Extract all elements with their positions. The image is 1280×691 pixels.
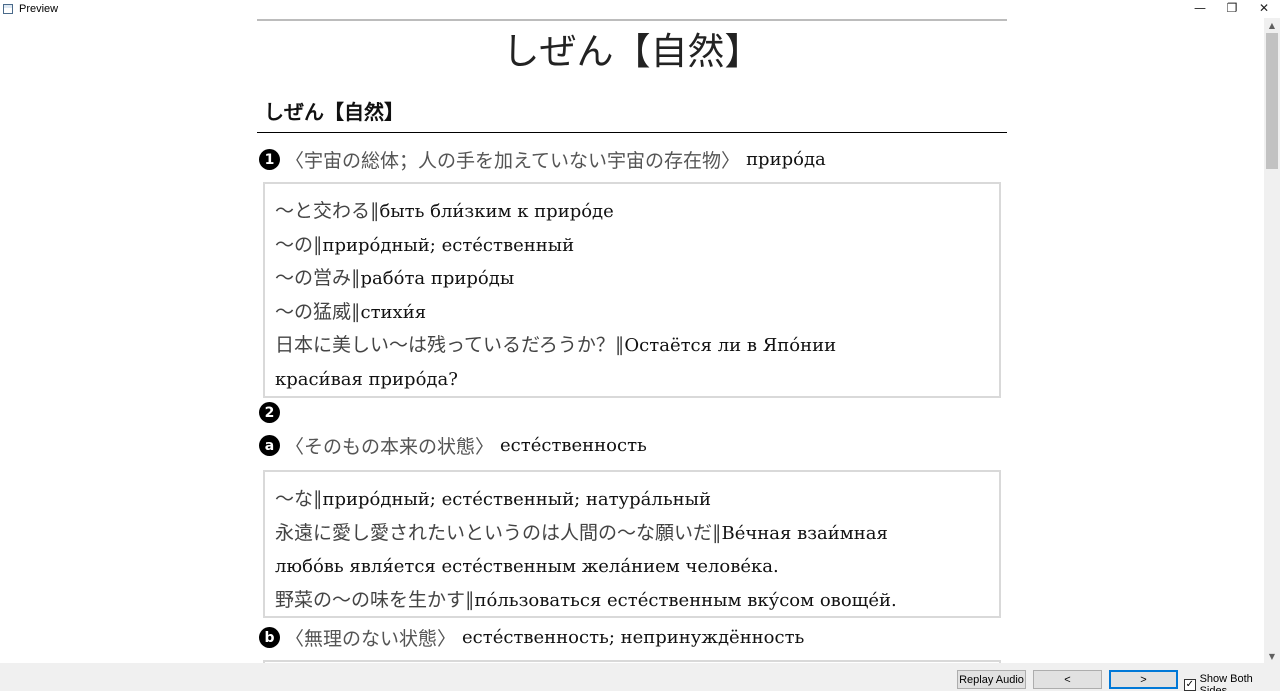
sense-gloss: 〈そのもの本来の状態〉: [285, 436, 495, 458]
previous-button[interactable]: <: [1033, 670, 1102, 689]
example-ru: рабо́та приро́ды: [360, 268, 515, 289]
example-jp: 〜の営み∥: [275, 267, 361, 289]
vertical-scrollbar[interactable]: ▲ ▼: [1264, 18, 1280, 663]
subsense-letter-badge: b: [259, 627, 280, 648]
sense-translation: есте́ственность: [500, 435, 647, 456]
example-ru: быть бли́зким к приро́де: [379, 201, 614, 222]
example-ru: приро́дный; есте́ственный; натура́льный: [322, 489, 711, 510]
subsense-letter-badge: a: [259, 435, 280, 456]
card-content-area: しぜん【自然】 しぜん【自然】 1 〈宇宙の総体；人の手を加えていない宇宙の存在…: [0, 18, 1264, 663]
replay-audio-button[interactable]: Replay Audio: [957, 670, 1026, 689]
example-jp: 〜と交わる∥: [275, 200, 380, 222]
sense-number-badge: 1: [259, 149, 280, 170]
show-both-sides-checkbox[interactable]: ✓: [1184, 679, 1196, 691]
preview-window: Preview — ❐ ✕ しぜん【自然】 しぜん【自然】 1 〈宇宙の総体；人…: [0, 0, 1280, 691]
example-jp: 〜な∥: [275, 488, 323, 510]
example-line: 〜な∥приро́дный; есте́ственный; натура́льн…: [275, 483, 989, 517]
example-ru: по́льзоваться есте́ственным вку́сом овощ…: [474, 589, 897, 611]
example-line: 〜と交わる∥быть бли́зким к приро́де: [275, 195, 989, 229]
scroll-down-arrow-icon[interactable]: ▼: [1264, 649, 1280, 663]
example-line: 〜の営み∥рабо́та приро́ды: [275, 262, 989, 296]
show-both-sides-label: Show Both Sides: [1199, 673, 1253, 691]
example-line: 日本に美しい〜は残っているだろうか？∥Остаётся ли в Япо́нии: [275, 329, 989, 363]
example-ru: Ве́чная взаи́мная: [721, 522, 888, 544]
example-jp: 日本に美しい〜は残っているだろうか？∥: [275, 334, 625, 356]
example-ru: приро́дный; есте́ственный: [322, 234, 575, 256]
title-bar: Preview — ❐ ✕: [0, 0, 1280, 18]
example-line: любо́вь явля́ется есте́ственным жела́ние…: [275, 550, 989, 584]
sense-gloss: 〈無理のない状態〉: [285, 628, 457, 650]
window-title: Preview: [19, 3, 59, 15]
close-button[interactable]: ✕: [1248, 0, 1280, 16]
example-line: 野菜の〜の味を生かす∥по́льзоваться есте́ственным в…: [275, 584, 989, 618]
sense-2a: a 〈そのもの本来の状態〉 есте́ственность: [259, 432, 647, 459]
example-line: краси́вая приро́да?: [275, 363, 989, 397]
sense-1: 1 〈宇宙の総体；人の手を加えていない宇宙の存在物〉 приро́да: [259, 146, 826, 173]
next-button[interactable]: >: [1109, 670, 1178, 689]
minimize-button[interactable]: —: [1184, 0, 1216, 16]
sense-translation: приро́да: [746, 149, 826, 170]
card-back-heading: しぜん【自然】: [264, 100, 404, 124]
sense-number-badge: 2: [259, 402, 280, 423]
example-ru: любо́вь явля́ется есте́ственным жела́ние…: [275, 556, 779, 577]
bottom-toolbar: Replay Audio < > ✓ Show Both Sides: [0, 663, 1280, 691]
sense-gloss: 〈宇宙の総体；人の手を加えていない宇宙の存在物〉: [285, 150, 741, 172]
top-divider: [257, 19, 1007, 21]
example-jp: 永遠に愛し愛されたいというのは人間の〜な願いだ∥: [275, 521, 722, 544]
example-line: 〜の猛威∥стихи́я: [275, 296, 989, 330]
heading-divider: [257, 132, 1007, 133]
show-both-sides-toggle[interactable]: ✓ Show Both Sides: [1184, 673, 1280, 691]
app-icon: [3, 4, 13, 14]
example-jp: 〜の猛威∥: [275, 300, 361, 323]
scroll-thumb[interactable]: [1266, 33, 1278, 169]
card-front-word: しぜん【自然】: [502, 30, 762, 73]
example-ru: краси́вая приро́да?: [275, 368, 458, 390]
example-jp: 〜の∥: [275, 233, 323, 256]
example-line: 永遠に愛し愛されたいというのは人間の〜な願いだ∥Ве́чная взаи́мна…: [275, 517, 989, 551]
examples-box-1: 〜と交わる∥быть бли́зким к приро́де 〜の∥приро́…: [263, 182, 1001, 398]
window-controls: — ❐ ✕: [1184, 0, 1280, 18]
sense-2b: b 〈無理のない状態〉 есте́ственность; непринуждён…: [259, 624, 804, 651]
restore-button[interactable]: ❐: [1216, 0, 1248, 16]
example-ru: Остаётся ли в Япо́нии: [624, 335, 837, 356]
example-jp: 野菜の〜の味を生かす∥: [275, 588, 475, 611]
example-line: 〜の∥приро́дный; есте́ственный: [275, 229, 989, 263]
example-ru: стихи́я: [360, 301, 427, 323]
scroll-up-arrow-icon[interactable]: ▲: [1264, 18, 1280, 32]
examples-box-2a: 〜な∥приро́дный; есте́ственный; натура́льн…: [263, 470, 1001, 618]
sense-2: 2: [259, 402, 285, 423]
sense-translation: есте́ственность; непринуждённость: [462, 627, 805, 648]
